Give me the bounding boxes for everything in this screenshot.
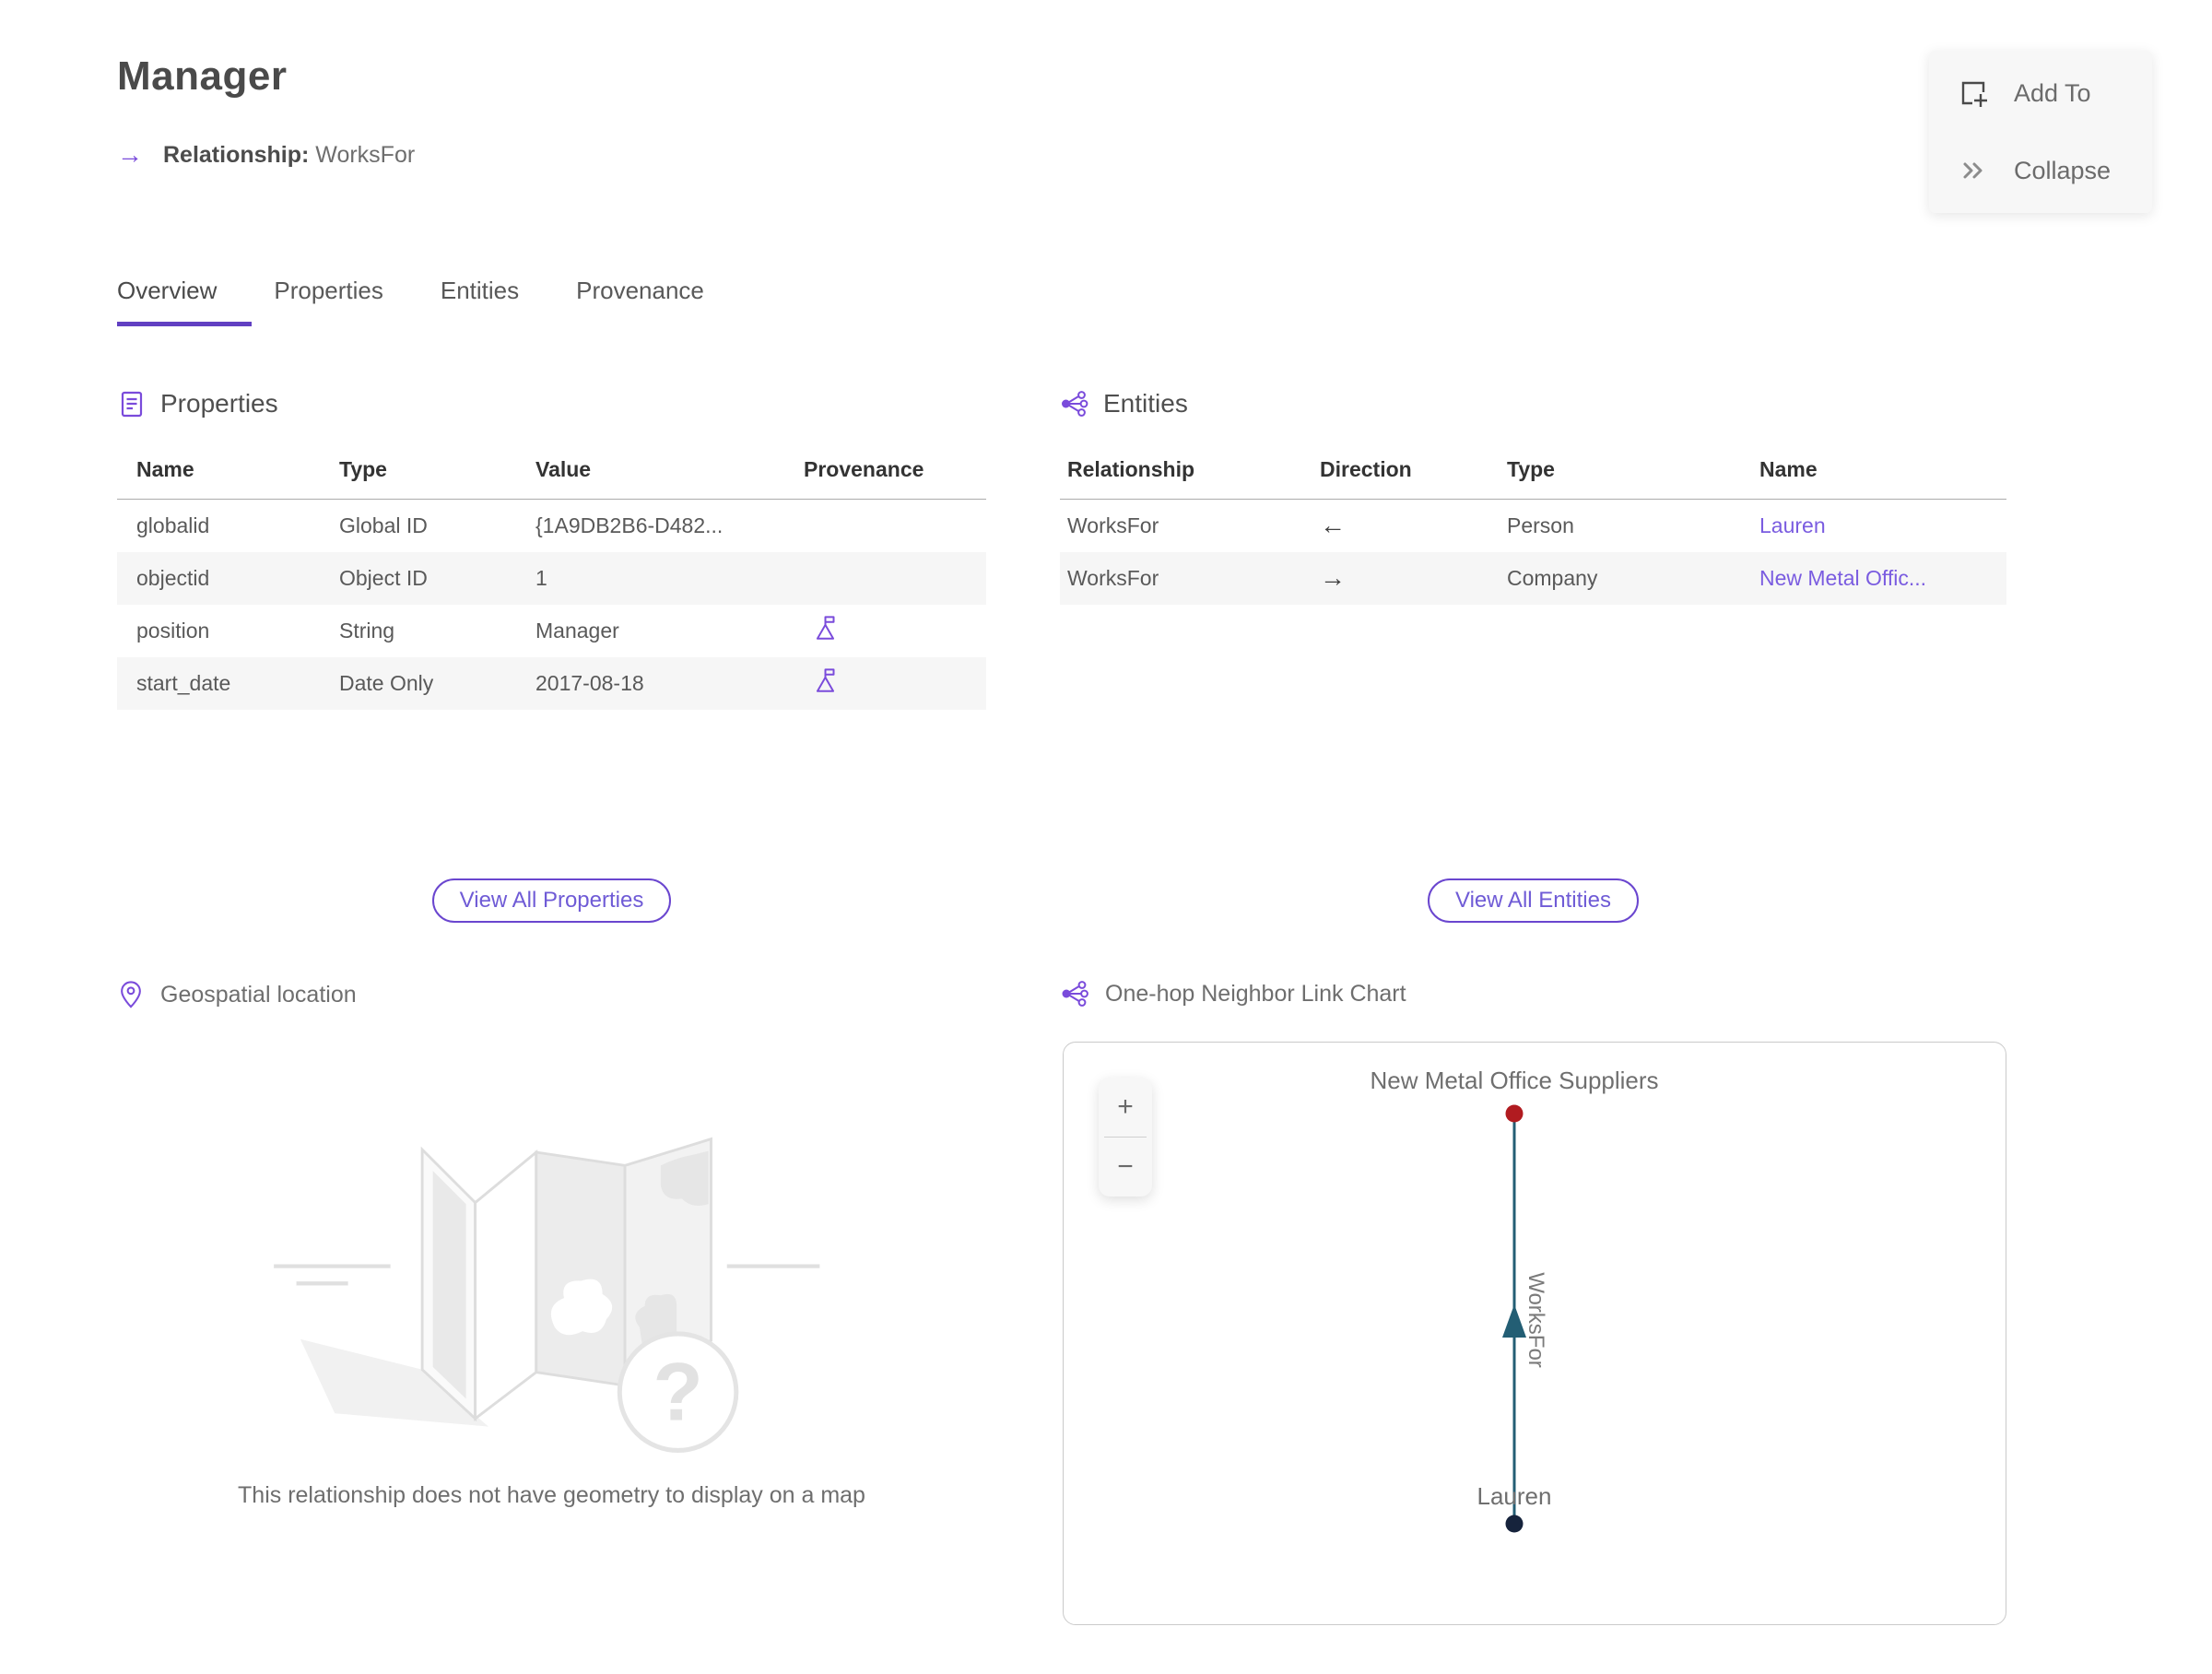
properties-col-value: Value — [516, 444, 784, 500]
collapse-double-chevron-icon — [1957, 154, 1990, 187]
entity-type: Company — [1507, 565, 1598, 590]
link-chart-header: One-hop Neighbor Link Chart — [1060, 979, 1406, 1008]
zoom-control: + − — [1099, 1078, 1152, 1197]
entities-col-name: Name — [1752, 444, 2006, 500]
prop-name: globalid — [136, 513, 210, 537]
entities-col-direction: Direction — [1312, 444, 1500, 500]
relationship-arrow-icon: → — [117, 140, 143, 169]
properties-col-provenance: Provenance — [784, 444, 986, 500]
subtitle-label: Relationship: — [163, 141, 310, 168]
collapse-label: Collapse — [2014, 156, 2112, 184]
entities-col-type: Type — [1500, 444, 1752, 500]
map-placeholder-illustration: ? — [273, 1137, 819, 1453]
svg-text:?: ? — [653, 1345, 702, 1437]
geospatial-section: Geospatial location ? This relationship … — [117, 979, 986, 1550]
actions-card: Add To Collapse — [1929, 51, 2152, 213]
prop-type: Global ID — [339, 513, 428, 537]
collapse-button[interactable]: Collapse — [1957, 154, 2124, 187]
prop-name: start_date — [136, 670, 231, 695]
entities-section: Entities Relationship Direction Type Nam… — [1060, 389, 2006, 979]
prop-type: String — [339, 618, 395, 642]
prop-type: Date Only — [339, 670, 434, 695]
provenance-flag-icon[interactable] — [804, 666, 838, 695]
link-chart-panel[interactable]: New Metal Office Suppliers WorksFor Laur… — [1063, 1042, 2006, 1625]
table-row: WorksFor ← Person Lauren — [1060, 500, 2006, 552]
entities-section-title: Entities — [1103, 389, 1188, 418]
table-row: start_date Date Only 2017-08-18 — [117, 656, 986, 710]
entities-icon — [1060, 389, 1089, 418]
entity-name-link[interactable]: New Metal Offic... — [1759, 566, 1926, 590]
direction-left-arrow-icon: ← — [1320, 511, 1346, 540]
relationship-subtitle: → Relationship: WorksFor — [117, 140, 415, 170]
view-all-entities-button[interactable]: View All Entities — [1428, 878, 1639, 923]
provenance-flag-icon[interactable] — [804, 614, 838, 642]
properties-table: Name Type Value Provenance globalid Glob… — [117, 444, 986, 710]
tab-provenance[interactable]: Provenance — [576, 277, 739, 326]
direction-right-arrow-icon: → — [1320, 563, 1346, 592]
properties-section: Properties Name Type Value Provenance gl… — [117, 389, 986, 979]
prop-name: position — [136, 618, 210, 642]
properties-icon — [117, 389, 147, 418]
prop-value: 2017-08-18 — [535, 670, 644, 695]
zoom-in-button[interactable]: + — [1099, 1078, 1152, 1137]
tab-properties[interactable]: Properties — [274, 277, 418, 326]
add-to-button[interactable]: Add To — [1957, 77, 2124, 110]
prop-type: Object ID — [339, 565, 428, 590]
person-node-dot[interactable] — [1505, 1515, 1524, 1533]
map-pin-icon — [117, 979, 145, 1010]
properties-col-name: Name — [117, 444, 320, 500]
prop-value: {1A9DB2B6-D482... — [535, 513, 724, 537]
add-to-icon — [1957, 77, 1990, 110]
properties-col-type: Type — [320, 444, 516, 500]
edge-label: WorksFor — [1524, 1272, 1548, 1368]
entity-relationship: WorksFor — [1067, 565, 1159, 590]
add-to-label: Add To — [2014, 78, 2091, 107]
tab-bar: Overview Properties Entities Provenance — [117, 277, 761, 326]
link-chart-section-title: One-hop Neighbor Link Chart — [1105, 980, 1406, 1007]
zoom-out-button[interactable]: − — [1099, 1138, 1152, 1197]
link-chart-icon — [1060, 979, 1089, 1008]
page-title: Manager — [117, 53, 288, 99]
entity-name-link[interactable]: Lauren — [1759, 513, 1826, 537]
table-row: position String Manager — [117, 605, 986, 657]
prop-value: 1 — [535, 565, 547, 590]
geospatial-section-title: Geospatial location — [160, 981, 357, 1008]
bottom-node-label: Lauren — [1477, 1482, 1552, 1510]
top-node-label: New Metal Office Suppliers — [1370, 1067, 1659, 1094]
geometry-empty-message: This relationship does not have geometry… — [238, 1482, 865, 1508]
subtitle-value: WorksFor — [315, 141, 416, 168]
company-node-dot[interactable] — [1505, 1104, 1524, 1123]
table-row: objectid Object ID 1 — [117, 551, 986, 605]
prop-value: Manager — [535, 618, 619, 642]
entities-table: Relationship Direction Type Name WorksFo… — [1060, 444, 2006, 605]
properties-section-title: Properties — [160, 389, 278, 418]
view-all-properties-button[interactable]: View All Properties — [431, 878, 672, 923]
entities-col-relationship: Relationship — [1060, 444, 1312, 500]
entity-relationship: WorksFor — [1067, 513, 1159, 537]
tab-overview[interactable]: Overview — [117, 277, 253, 326]
tab-entities[interactable]: Entities — [441, 277, 554, 326]
table-row: WorksFor → Company New Metal Offic... — [1060, 551, 2006, 605]
table-row: globalid Global ID {1A9DB2B6-D482... — [117, 500, 986, 552]
entity-type: Person — [1507, 513, 1574, 537]
prop-name: objectid — [136, 565, 210, 590]
